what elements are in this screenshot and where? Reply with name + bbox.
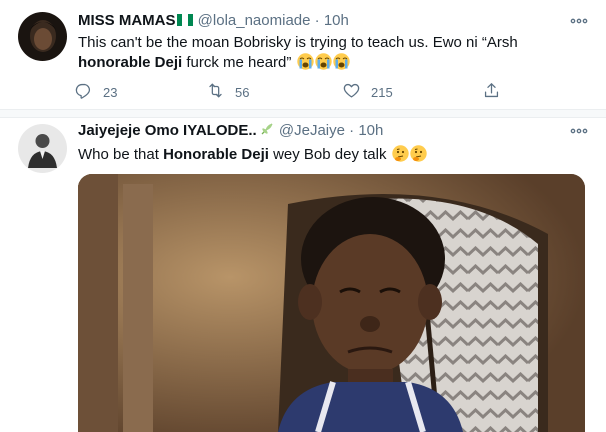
- handle[interactable]: @lola_naomiade: [198, 12, 311, 29]
- nigeria-flag-icon: [176, 14, 194, 26]
- tweet-text-post: wey Bob dey talk: [268, 146, 391, 163]
- tweet-text: This can't be the moan Bobrisky is tryin…: [78, 33, 578, 73]
- tweet-photo[interactable]: [78, 174, 585, 432]
- leaf-icon: [259, 121, 275, 137]
- loudly-crying-face-icon: [332, 53, 350, 70]
- thinking-face-icon: [391, 145, 409, 162]
- loudly-crying-face-icon: [314, 53, 332, 70]
- like-button[interactable]: 215: [342, 80, 393, 104]
- tweet-miss-mamas[interactable]: MISS MAMAS @lola_naomiade · 10h This can…: [0, 0, 606, 110]
- reply-icon: [74, 81, 93, 103]
- retweet-icon: [206, 81, 225, 103]
- display-name[interactable]: Jaiyejeje Omo IYALODE..: [78, 122, 257, 139]
- tweet-header: Jaiyejeje Omo IYALODE.. @JeJaiye · 10h: [78, 121, 383, 141]
- tweet-header: MISS MAMAS @lola_naomiade · 10h: [78, 11, 349, 31]
- like-count: 215: [371, 84, 393, 100]
- retweet-button[interactable]: 56: [206, 80, 249, 104]
- tweet-actions: 23 56 215: [74, 80, 514, 104]
- retweet-count: 56: [235, 84, 250, 100]
- reply-count: 23: [103, 84, 118, 100]
- display-name[interactable]: MISS MAMAS: [78, 12, 176, 29]
- thinking-face-icon: [409, 145, 427, 162]
- tweet-text-line2: furck me heard”: [182, 54, 292, 71]
- avatar[interactable]: [18, 124, 67, 173]
- heart-icon: [342, 81, 361, 103]
- tweet-text: Who be that Honorable Deji wey Bob dey t…: [78, 145, 578, 165]
- thread-gap: [0, 110, 606, 118]
- separator: ·: [314, 12, 320, 29]
- share-icon: [482, 81, 501, 103]
- tweet-jaiyejeje[interactable]: Jaiyejeje Omo IYALODE.. @JeJaiye · 10h W…: [0, 118, 606, 432]
- reply-button[interactable]: 23: [74, 80, 117, 104]
- mention-bold: Honorable Deji: [163, 146, 269, 163]
- share-button[interactable]: [482, 80, 501, 104]
- tweet-text-line1: This can't be the moan Bobrisky is tryin…: [78, 34, 518, 51]
- timestamp[interactable]: 10h: [324, 12, 349, 29]
- tweet-text-pre: Who be that: [78, 146, 164, 163]
- more-options-icon[interactable]: [570, 12, 588, 30]
- more-options-icon[interactable]: [570, 122, 588, 140]
- timestamp[interactable]: 10h: [358, 122, 383, 139]
- mention-bold: honorable Deji: [78, 54, 183, 71]
- avatar[interactable]: [18, 12, 67, 61]
- separator: ·: [349, 122, 355, 139]
- loudly-crying-face-icon: [296, 53, 314, 70]
- handle[interactable]: @JeJaiye: [279, 122, 345, 139]
